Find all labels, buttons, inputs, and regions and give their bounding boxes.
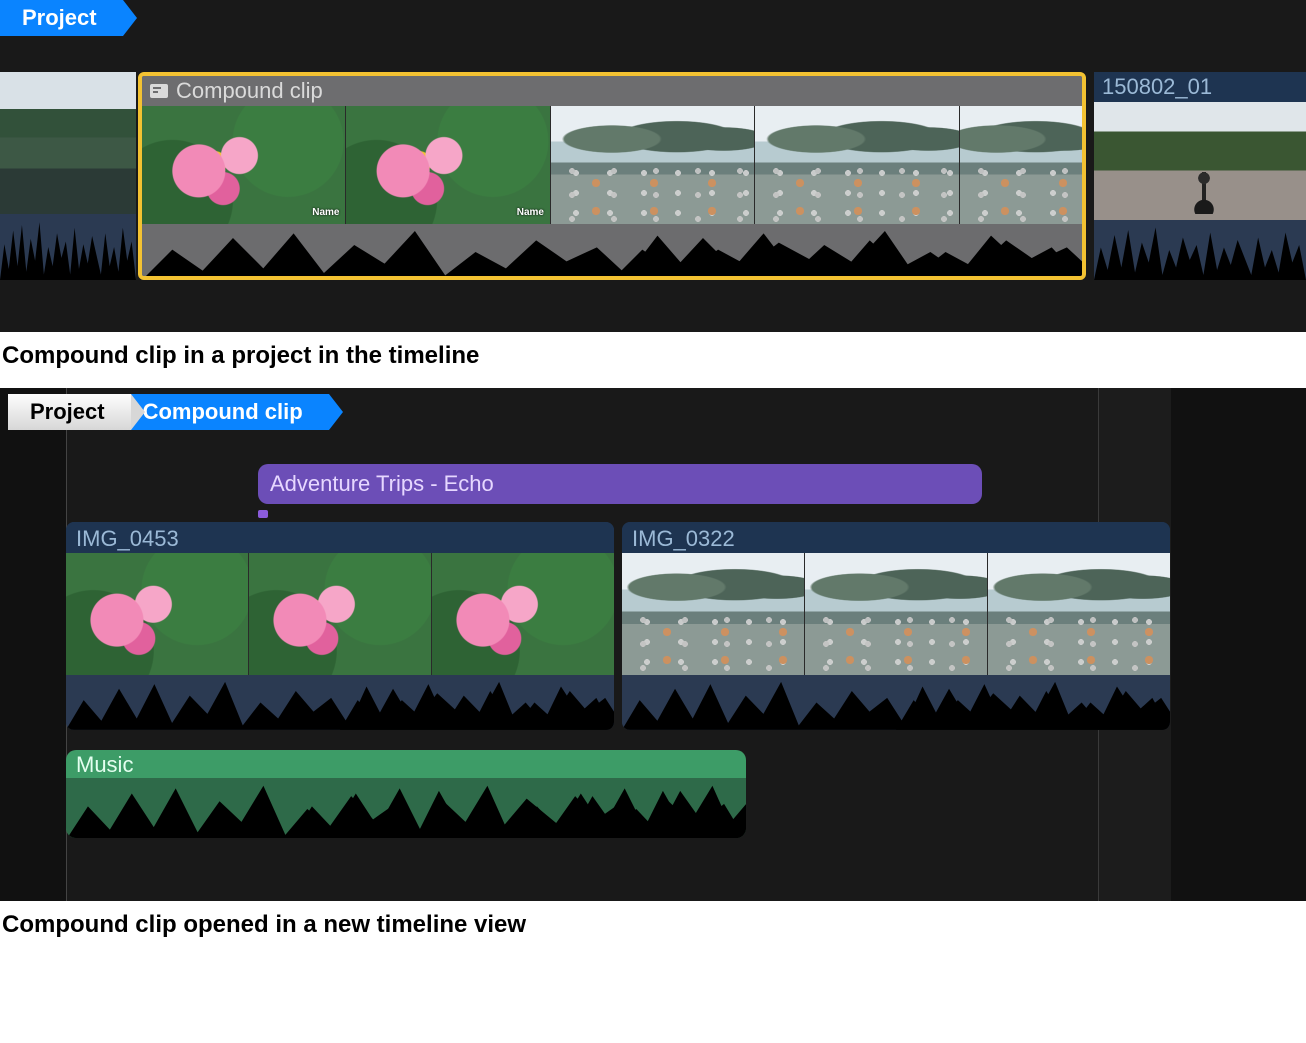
timeline-project-view: Project Compound clip [0,0,1306,332]
caption-2: Compound clip opened in a new timeline v… [0,901,1306,957]
clip-img-0453[interactable]: IMG_0453 [66,522,614,730]
thumbnail-frame [960,106,1082,224]
timeline-compound-open-view: Project Compound clip Adventure Trips - … [0,388,1306,901]
breadcrumb-project[interactable]: Project [8,394,131,430]
audio-waveform [622,675,1170,730]
thumbnail-frame [551,106,755,224]
clip-left-partial[interactable] [0,72,136,280]
primary-storyline[interactable]: IMG_0453 IMG_0322 [66,522,1170,730]
thumbnail-frame [142,106,346,224]
title-clip[interactable]: Adventure Trips - Echo [258,464,982,504]
audio-waveform [1094,220,1306,280]
breadcrumb-label: Project [22,5,97,30]
audio-waveform [66,778,746,838]
breadcrumb: Project [0,0,123,36]
music-clip-label: Music [76,752,133,777]
thumbnail-frame [1094,102,1306,220]
breadcrumb-label: Project [30,399,105,424]
breadcrumb-project[interactable]: Project [0,0,123,36]
timeline-gutter-right [1169,388,1306,901]
thumbnail-frame [988,553,1170,675]
clip-img-0322[interactable]: IMG_0322 [622,522,1170,730]
thumbnail-frame [622,553,805,675]
clip-right-partial[interactable]: 150802_01 [1094,72,1306,280]
thumbnail-frame [249,553,432,675]
thumbnail-frame [0,72,136,214]
caption-1: Compound clip in a project in the timeli… [0,332,1306,388]
thumbnail-frame [346,106,550,224]
thumbnail-frame [66,553,249,675]
title-clip-label: Adventure Trips - Echo [270,471,494,496]
clip-label: IMG_0453 [76,526,179,551]
timeline-track[interactable]: Compound clip 150802_01 [0,72,1306,280]
breadcrumb-label: Compound clip [143,399,303,424]
audio-waveform [0,214,136,280]
music-clip[interactable]: Music [66,750,746,838]
compound-clip[interactable]: Compound clip [138,72,1086,280]
audio-waveform [66,675,614,730]
breadcrumb: Project Compound clip [8,394,329,430]
audio-waveform [142,224,1082,280]
clip-label: 150802_01 [1102,74,1212,99]
thumbnail-frame [805,553,988,675]
compound-clip-icon [150,84,168,98]
breadcrumb-compound-clip[interactable]: Compound clip [131,394,329,430]
clip-label: IMG_0322 [632,526,735,551]
thumbnail-frame [432,553,614,675]
timeline-gutter-left [0,388,67,901]
compound-clip-label: Compound clip [176,76,323,106]
thumbnail-frame [755,106,959,224]
